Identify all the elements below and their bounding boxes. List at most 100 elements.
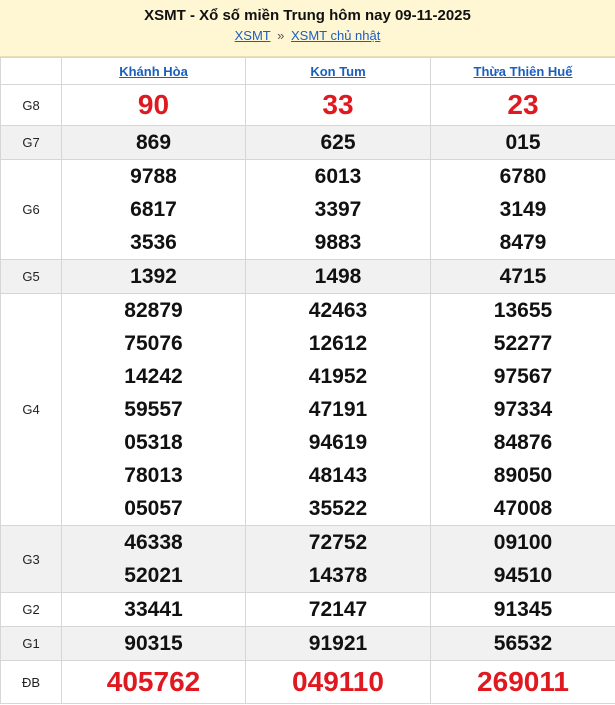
result-cell: 72147 <box>245 592 431 627</box>
province-header-khanh-hoa: Khánh Hòa <box>61 57 246 85</box>
result-number: 59557 <box>124 398 183 421</box>
result-number: 3149 <box>499 198 547 221</box>
result-number: 72752 <box>308 531 368 554</box>
result-number: 269011 <box>477 666 569 697</box>
result-number: 3397 <box>314 198 362 221</box>
prize-label: G5 <box>0 259 62 294</box>
result-number: 05318 <box>124 431 183 454</box>
prize-row: G8 90 33 23 <box>0 84 615 126</box>
prize-label: G8 <box>0 84 62 126</box>
result-number: 33 <box>322 89 354 120</box>
result-number: 3536 <box>130 231 177 254</box>
result-cell: 46338 52021 <box>61 525 246 593</box>
result-number: 6780 <box>499 165 547 188</box>
result-number: 52021 <box>124 564 183 587</box>
result-number: 94619 <box>308 431 368 454</box>
result-number: 52277 <box>493 332 553 355</box>
result-cell: 23 <box>430 84 615 126</box>
result-number: 84876 <box>493 431 553 454</box>
result-cell: 6780 3149 8479 <box>430 159 615 260</box>
breadcrumb-separator: » <box>277 28 285 43</box>
result-number: 14378 <box>308 564 368 587</box>
page-header: XSMT - Xổ số miền Trung hôm nay 09-11-20… <box>0 0 615 57</box>
province-header-thua-thien-hue: Thừa Thiên Huế <box>430 57 615 85</box>
result-cell: 90315 <box>61 626 246 661</box>
result-cell: 09100 94510 <box>430 525 615 593</box>
result-number: 97567 <box>493 365 553 388</box>
result-number: 869 <box>135 131 172 154</box>
result-cell: 405762 <box>61 660 246 704</box>
result-cell: 269011 <box>430 660 615 704</box>
result-number: 33441 <box>124 598 183 621</box>
result-number: 47191 <box>308 398 368 421</box>
result-number: 9883 <box>314 231 362 254</box>
prize-row: ĐB 405762 049110 269011 <box>0 660 615 704</box>
prize-header-cell <box>0 57 62 85</box>
result-number: 4715 <box>499 265 547 288</box>
result-number: 75076 <box>124 332 183 355</box>
result-number: 6817 <box>130 198 177 221</box>
result-number: 82879 <box>124 299 183 322</box>
result-number: 48143 <box>308 464 368 487</box>
result-cell: 1498 <box>245 259 431 294</box>
result-cell: 9788 6817 3536 <box>61 159 246 260</box>
result-number: 1392 <box>130 265 177 288</box>
breadcrumb-link-xsmt[interactable]: XSMT <box>235 28 271 43</box>
prize-row: G3 46338 52021 72752 14378 09100 94510 <box>0 525 615 593</box>
result-number: 97334 <box>493 398 553 421</box>
result-number: 13655 <box>493 299 553 322</box>
breadcrumb-link-xsmt-sunday[interactable]: XSMT chủ nhật <box>291 28 380 43</box>
result-number: 8479 <box>499 231 547 254</box>
result-number: 625 <box>320 131 356 154</box>
result-cell: 869 <box>61 125 246 160</box>
result-cell: 6013 3397 9883 <box>245 159 431 260</box>
result-number: 47008 <box>493 497 553 520</box>
result-cell: 90 <box>61 84 246 126</box>
prize-label: ĐB <box>0 660 62 704</box>
result-cell: 82879 75076 14242 59557 05318 78013 05057 <box>61 293 246 526</box>
result-number: 91921 <box>308 632 368 655</box>
prize-row: G6 9788 6817 3536 6013 3397 9883 6780 3149 8479 <box>0 159 615 260</box>
prize-label: G4 <box>0 293 62 526</box>
results-table: Khánh Hòa Kon Tum Thừa Thiên Huế G8 90 33 2… <box>0 57 615 704</box>
result-cell: 1392 <box>61 259 246 294</box>
result-number: 41952 <box>308 365 368 388</box>
result-number: 14242 <box>124 365 183 388</box>
result-cell: 72752 14378 <box>245 525 431 593</box>
prize-row: G4 82879 75076 14242 59557 05318 78013 05057 424… <box>0 293 615 526</box>
result-number: 9788 <box>130 165 177 188</box>
result-number: 12612 <box>308 332 368 355</box>
breadcrumb: XSMT » XSMT chủ nhật <box>0 28 615 44</box>
result-cell: 42463 12612 41952 47191 94619 48143 35522 <box>245 293 431 526</box>
result-number: 90 <box>137 89 170 120</box>
result-number: 6013 <box>314 165 362 188</box>
prize-row: G1 90315 91921 56532 <box>0 626 615 661</box>
province-link[interactable]: Kon Tum <box>310 64 365 79</box>
result-cell: 91345 <box>430 592 615 627</box>
result-cell: 33441 <box>61 592 246 627</box>
result-cell: 015 <box>430 125 615 160</box>
result-cell: 91921 <box>245 626 431 661</box>
prize-row: G7 869 625 015 <box>0 125 615 160</box>
result-number: 56532 <box>493 632 553 655</box>
result-number: 049110 <box>292 666 384 697</box>
result-number: 72147 <box>308 598 368 621</box>
result-cell: 4715 <box>430 259 615 294</box>
result-number: 09100 <box>493 531 553 554</box>
result-number: 91345 <box>493 598 553 621</box>
province-header-kon-tum: Kon Tum <box>245 57 431 85</box>
result-number: 1498 <box>314 265 362 288</box>
province-link[interactable]: Thừa Thiên Huế <box>474 64 573 79</box>
province-link[interactable]: Khánh Hòa <box>119 64 188 79</box>
result-number: 35522 <box>308 497 368 520</box>
result-number: 90315 <box>124 632 183 655</box>
result-cell: 56532 <box>430 626 615 661</box>
result-cell: 13655 52277 97567 97334 84876 89050 47008 <box>430 293 615 526</box>
result-cell: 33 <box>245 84 431 126</box>
result-number: 94510 <box>493 564 553 587</box>
prize-label: G7 <box>0 125 62 160</box>
result-cell: 049110 <box>245 660 431 704</box>
result-number: 42463 <box>308 299 368 322</box>
result-number: 46338 <box>124 531 183 554</box>
result-number: 015 <box>505 131 541 154</box>
